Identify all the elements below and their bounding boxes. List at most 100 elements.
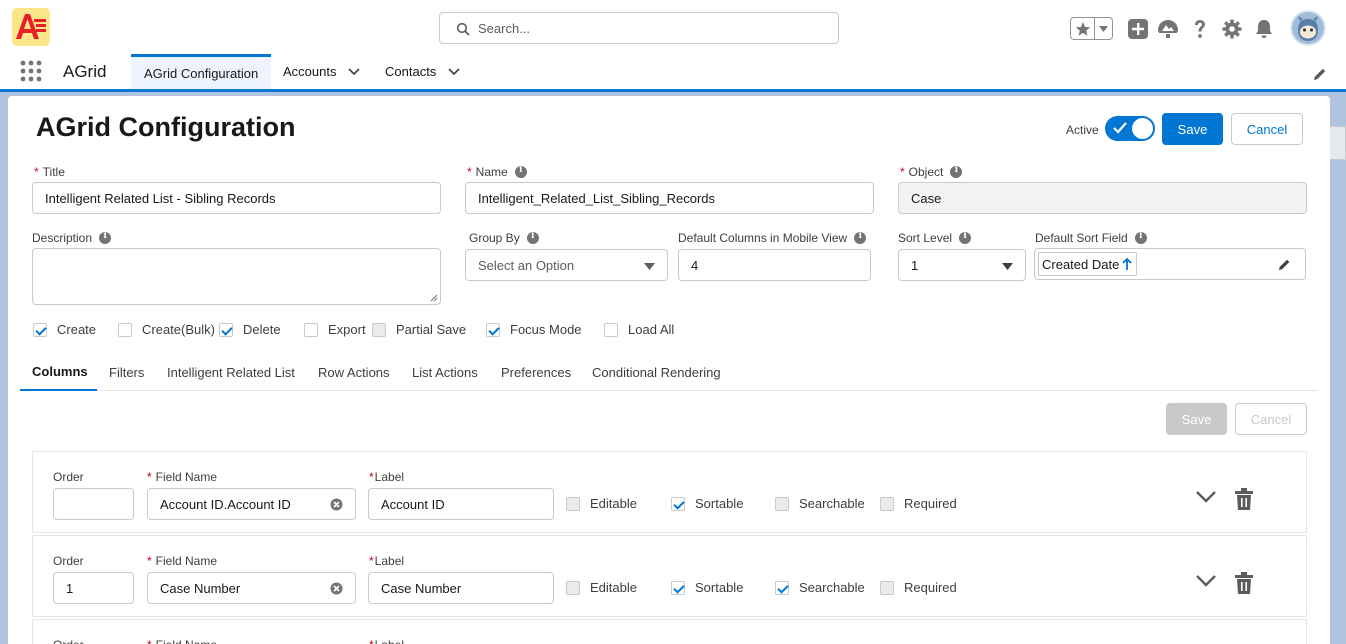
info-icon[interactable] <box>854 231 867 244</box>
checkbox[interactable] <box>880 580 894 595</box>
option-focus-mode[interactable]: Focus Mode <box>486 322 582 337</box>
nav-tab-agrid-configuration[interactable]: AGrid Configuration <box>131 54 271 89</box>
chevron-down-icon[interactable] <box>448 67 460 76</box>
group-by-select[interactable]: Select an Option <box>465 249 668 281</box>
field-name-input[interactable]: Account ID.Account ID <box>147 488 356 520</box>
option-create[interactable]: Create <box>33 322 96 337</box>
tab-filters[interactable]: Filters <box>97 354 156 391</box>
resize-grip-icon[interactable] <box>430 294 438 302</box>
option-load-all[interactable]: Load All <box>604 322 674 337</box>
checkbox[interactable] <box>671 496 685 511</box>
edit-nav-pencil-icon[interactable] <box>1313 67 1327 81</box>
title-field-label: * Title <box>34 165 65 179</box>
nav-tab-accounts[interactable]: Accounts <box>283 54 361 89</box>
chevron-down-icon[interactable] <box>348 67 361 76</box>
user-avatar[interactable] <box>1290 10 1326 46</box>
flag-sortable[interactable]: Sortable <box>671 496 743 511</box>
checkbox[interactable] <box>118 322 132 337</box>
flag-searchable[interactable]: Searchable <box>775 496 865 511</box>
app-navigation-bar: AGrid AGrid Configuration Accounts Conta… <box>0 54 1346 92</box>
flag-searchable[interactable]: Searchable <box>775 580 865 595</box>
column-row: Order * Field Name *Label Account ID.Acco… <box>32 451 1307 533</box>
field-name-input[interactable]: Case Number <box>147 572 356 604</box>
checkbox[interactable] <box>604 322 618 337</box>
nav-tab-contacts[interactable]: Contacts <box>385 54 460 89</box>
cancel-button[interactable]: Cancel <box>1231 113 1303 145</box>
checkbox[interactable] <box>219 322 233 337</box>
active-toggle[interactable] <box>1105 116 1155 141</box>
option-export[interactable]: Export <box>304 322 366 337</box>
sort-level-field-label: Sort Level <box>898 231 972 245</box>
info-icon[interactable] <box>959 231 972 244</box>
setup-gear-icon[interactable] <box>1221 18 1243 40</box>
title-input[interactable]: Intelligent Related List - Sibling Recor… <box>32 182 441 214</box>
label-text: Label <box>374 554 405 568</box>
checkbox[interactable] <box>33 322 47 337</box>
option-delete[interactable]: Delete <box>219 322 281 337</box>
name-field-label: * Name <box>467 165 527 179</box>
add-icon[interactable] <box>1127 18 1149 40</box>
name-input[interactable]: Intelligent_Related_List_Sibling_Records <box>465 182 874 214</box>
default-sort-field[interactable]: Created Date <box>1034 248 1306 280</box>
checkbox[interactable] <box>671 580 685 595</box>
flag-required[interactable]: Required <box>880 580 957 595</box>
app-launcher-icon[interactable] <box>20 60 42 82</box>
tab-row-actions[interactable]: Row Actions <box>306 354 402 391</box>
tab-preferences[interactable]: Preferences <box>489 354 583 391</box>
label-input[interactable]: Case Number <box>368 572 554 604</box>
sort-level-select[interactable]: 1 <box>898 249 1026 281</box>
favorites-button-group[interactable] <box>1070 17 1113 40</box>
favorites-star-icon[interactable] <box>1071 18 1095 39</box>
info-icon[interactable] <box>514 165 527 178</box>
app-logo[interactable] <box>12 8 50 46</box>
tab-intelligent-related-list[interactable]: Intelligent Related List <box>155 354 307 391</box>
flag-label: Editable <box>590 580 637 595</box>
checkbox[interactable] <box>775 580 789 595</box>
label-input[interactable]: Account ID <box>368 488 554 520</box>
notifications-bell-icon[interactable] <box>1253 18 1275 40</box>
search-icon <box>456 22 470 36</box>
flag-sortable[interactable]: Sortable <box>671 580 743 595</box>
sort-ascending-arrow-icon[interactable] <box>1122 257 1132 271</box>
clear-icon[interactable] <box>330 582 343 595</box>
search-input[interactable] <box>478 18 818 38</box>
flag-editable[interactable]: Editable <box>566 496 637 511</box>
delete-trash-icon[interactable] <box>1234 488 1254 510</box>
tab-conditional-rendering[interactable]: Conditional Rendering <box>580 354 733 391</box>
mobile-columns-input[interactable]: 4 <box>678 249 871 281</box>
info-icon[interactable] <box>1134 231 1147 244</box>
option-partial-save: Partial Save <box>372 322 466 337</box>
order-input[interactable] <box>53 488 134 520</box>
checkbox[interactable] <box>486 322 500 337</box>
required-asterisk: * <box>369 470 374 484</box>
order-input[interactable]: 1 <box>53 572 134 604</box>
checkbox[interactable] <box>566 580 580 595</box>
checkbox[interactable] <box>880 496 894 511</box>
info-icon[interactable] <box>950 165 963 178</box>
delete-trash-icon[interactable] <box>1234 572 1254 594</box>
clear-icon[interactable] <box>330 498 343 511</box>
flag-label: Sortable <box>695 580 744 595</box>
required-asterisk: * <box>900 165 905 179</box>
info-icon[interactable] <box>526 231 539 244</box>
expand-chevron-icon[interactable] <box>1195 574 1217 588</box>
global-search[interactable] <box>439 12 839 44</box>
trailhead-icon[interactable] <box>1157 18 1179 40</box>
edit-pencil-icon[interactable] <box>1278 258 1291 271</box>
checkbox[interactable] <box>566 496 580 511</box>
side-panel-handle[interactable] <box>1328 126 1346 160</box>
sort-field-pill[interactable]: Created Date <box>1038 252 1138 276</box>
checkbox[interactable] <box>304 322 318 337</box>
checkbox[interactable] <box>775 496 789 511</box>
tab-list-actions[interactable]: List Actions <box>400 354 490 391</box>
description-textarea[interactable] <box>32 248 441 305</box>
flag-editable[interactable]: Editable <box>566 580 637 595</box>
favorites-dropdown-icon[interactable] <box>1095 18 1112 39</box>
info-icon[interactable] <box>99 231 112 244</box>
flag-required[interactable]: Required <box>880 496 957 511</box>
option-create-bulk[interactable]: Create(Bulk) <box>118 322 215 337</box>
tab-columns[interactable]: Columns <box>20 354 97 391</box>
help-icon[interactable] <box>1189 18 1211 40</box>
save-button[interactable]: Save <box>1162 113 1223 145</box>
expand-chevron-icon[interactable] <box>1195 490 1217 504</box>
